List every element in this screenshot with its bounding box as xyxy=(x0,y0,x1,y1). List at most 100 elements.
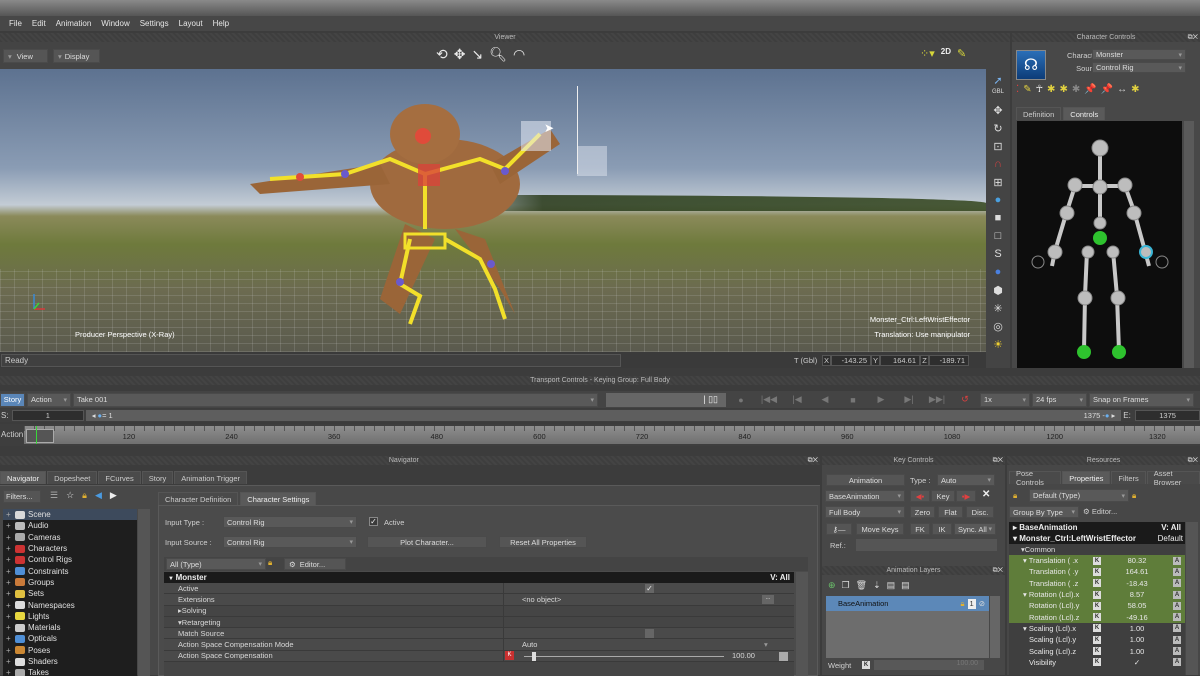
3d-viewport[interactable]: ➤ Producer Perspective (X-Ray) Monster_C… xyxy=(0,69,986,352)
animate-toggle[interactable]: A xyxy=(1173,635,1181,644)
expand-layers-icon[interactable]: ▤ xyxy=(901,580,910,591)
tree-item[interactable]: + Cameras xyxy=(3,532,137,543)
property-row[interactable]: Action Space Compensation Mode Auto ▾ xyxy=(164,639,794,651)
prev-key-button[interactable]: ◀▪ xyxy=(910,490,930,502)
time-field[interactable]: | ▯▯ xyxy=(606,392,726,407)
tree-item[interactable]: + Control Rigs xyxy=(3,554,137,565)
start-field[interactable]: 1 xyxy=(11,410,84,421)
common-group[interactable]: ▾ Common xyxy=(1009,544,1185,555)
go-start-icon[interactable]: |◀◀ xyxy=(756,394,782,405)
resource-property-value[interactable]: -49.16 xyxy=(1101,613,1173,622)
expand-icon[interactable]: + xyxy=(6,646,15,655)
resource-property-value[interactable]: 8.57 xyxy=(1101,590,1173,599)
animate-toggle[interactable] xyxy=(779,651,788,661)
tree-item[interactable]: + Sets xyxy=(3,588,137,599)
tab-pose-controls[interactable]: Pose Controls xyxy=(1009,469,1062,487)
key-button[interactable]: K xyxy=(1093,613,1101,622)
key-type-dropdown[interactable]: Auto xyxy=(937,474,995,486)
translate-icon[interactable]: ✥ xyxy=(989,101,1007,119)
lock-icon[interactable]: 🔒︎ xyxy=(268,558,272,568)
resource-property-value[interactable]: 164.61 xyxy=(1101,567,1173,576)
path-icon[interactable]: S xyxy=(989,245,1007,263)
cube2-icon[interactable]: □ xyxy=(989,227,1007,245)
controls-scrollbar[interactable] xyxy=(1184,121,1194,368)
tree-item[interactable]: + Scene xyxy=(3,509,137,521)
hip-right-joint[interactable] xyxy=(1106,245,1120,259)
dolly-icon[interactable]: ↘ xyxy=(471,46,483,63)
tab-definition[interactable]: Definition xyxy=(1016,107,1062,120)
resource-property-row[interactable]: Visibility K ✓ A xyxy=(1009,656,1185,668)
knee-left-joint[interactable] xyxy=(1077,290,1093,306)
spine-joint[interactable] xyxy=(1093,216,1107,230)
shoulder-right-joint[interactable] xyxy=(1117,177,1133,193)
story-button[interactable]: Story xyxy=(0,392,25,407)
star-icon[interactable]: ✳ xyxy=(989,299,1007,317)
hip-left-joint[interactable] xyxy=(1081,245,1095,259)
character-rig[interactable] xyxy=(230,89,630,339)
browse-button[interactable]: ... xyxy=(762,595,774,605)
tab-asset-browser[interactable]: Asset Browser xyxy=(1146,469,1200,487)
view-menu-button[interactable]: ▾ View xyxy=(3,49,48,63)
disc-button[interactable]: Disc. xyxy=(966,506,994,518)
resource-property-value[interactable]: 80.32 xyxy=(1101,556,1173,565)
property-row[interactable]: ▾ Retargeting xyxy=(164,616,794,629)
hexagon-icon[interactable]: ⬢ xyxy=(989,281,1007,299)
expand-icon[interactable]: + xyxy=(6,578,15,587)
duplicate-layer-icon[interactable]: ❐ xyxy=(842,580,850,591)
resources-scrollbar[interactable] xyxy=(1186,522,1198,675)
move-keys-button[interactable]: Move Keys xyxy=(856,523,904,535)
globe-icon[interactable]: ● xyxy=(989,191,1007,209)
elbow-right-effector[interactable] xyxy=(501,167,509,175)
action-dropdown[interactable]: Action xyxy=(27,392,71,407)
ik-button[interactable]: IK xyxy=(932,523,952,535)
menu-help[interactable]: Help xyxy=(208,19,234,28)
expand-icon[interactable]: + xyxy=(6,634,15,643)
key-button[interactable]: K xyxy=(1093,579,1101,588)
head-effector[interactable] xyxy=(415,128,431,144)
animate-toggle[interactable]: A xyxy=(1173,579,1181,588)
expand-icon[interactable]: + xyxy=(6,555,15,564)
property-slider-track[interactable] xyxy=(524,655,724,657)
resource-property-row[interactable]: Scaling (Lcl).y K 1.00 A xyxy=(1009,634,1185,646)
expand-hand-left-icon[interactable] xyxy=(1031,255,1045,269)
menu-animation[interactable]: Animation xyxy=(51,19,97,28)
solo-icon[interactable]: 1 xyxy=(967,598,976,609)
tab-character-definition[interactable]: Character Definition xyxy=(158,492,239,505)
expand-icon[interactable]: + xyxy=(6,623,15,632)
range-end-handle[interactable]: 1375 -● ▸ xyxy=(1084,411,1116,420)
mirror-icon[interactable]: ✱ xyxy=(1131,84,1139,95)
pan-move-icon[interactable]: ✥ xyxy=(454,46,466,63)
expand-hand-right-icon[interactable] xyxy=(1155,255,1169,269)
tab-filters[interactable]: Filters xyxy=(1111,471,1146,484)
close-icon[interactable]: ⧉✕ xyxy=(993,456,1003,465)
range-slider[interactable]: ◂ ●= 1 1375 -● ▸ xyxy=(85,410,1122,421)
mute-icon[interactable]: ⊘ xyxy=(979,599,985,609)
animate-toggle[interactable]: A xyxy=(1173,658,1181,667)
elbow-left-joint[interactable] xyxy=(1059,205,1075,221)
scale-icon[interactable]: ⊡ xyxy=(989,137,1007,155)
pivot-icon[interactable]: ⊞ xyxy=(989,173,1007,191)
layer-list-scrollbar[interactable] xyxy=(990,596,1000,658)
stop-icon[interactable]: ■ xyxy=(840,395,866,405)
wrist-left-joint[interactable] xyxy=(1047,244,1063,260)
tab-character-settings[interactable]: Character Settings xyxy=(240,492,317,505)
editor-button[interactable]: ⚙ Editor... xyxy=(1083,507,1117,516)
tree-item[interactable]: + Constraints xyxy=(3,565,137,576)
wrist-left-effector[interactable] xyxy=(296,173,304,181)
record-icon[interactable]: ● xyxy=(728,395,754,405)
list-view-icon[interactable]: ☰ xyxy=(50,490,58,501)
tab-controls[interactable]: Controls xyxy=(1063,107,1106,120)
menu-settings[interactable]: Settings xyxy=(135,19,174,28)
type-filter-dropdown[interactable]: All (Type) xyxy=(166,558,266,570)
animate-toggle[interactable]: A xyxy=(1173,624,1181,633)
end-field[interactable]: 1375 xyxy=(1135,410,1200,421)
key-button[interactable]: Key xyxy=(931,490,955,502)
key-button[interactable]: K xyxy=(1093,635,1101,644)
x-coordinate-field[interactable]: -143.25 xyxy=(831,354,871,366)
trajectory-icon[interactable]: ⁘▾ xyxy=(920,47,935,60)
pin-rotation-icon[interactable]: 📌 xyxy=(1101,84,1113,95)
property-slider-handle[interactable] xyxy=(532,651,536,661)
full-body-icon[interactable]: ✱ xyxy=(1047,84,1055,95)
forward-arrow-icon[interactable]: ▶ xyxy=(110,490,117,501)
stance-pose-icon[interactable]: ☥ xyxy=(1036,84,1043,95)
